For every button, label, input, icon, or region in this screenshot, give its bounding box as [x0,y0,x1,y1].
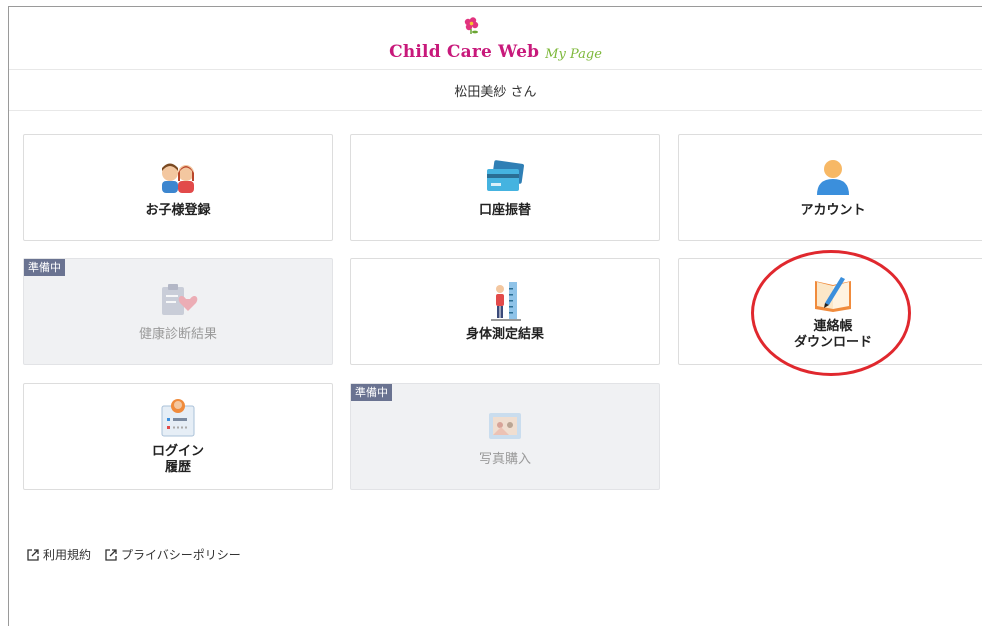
login-history-label: ログイン 履歴 [151,443,204,475]
privacy-policy-link[interactable]: プライバシーポリシー [105,546,241,563]
logo-subtitle: My Page [545,47,602,62]
user-icon [811,157,855,197]
health-checkup-card: 準備中 健康診断結果 [23,258,333,365]
account-label: アカウント [800,202,866,218]
photo-icon [483,406,527,446]
page-frame: Child Care Web My Page 松田美紗 さん お子様登録 口座振… [8,6,982,626]
logo[interactable]: Child Care Web My Page [389,17,602,62]
external-link-icon [105,548,117,561]
body-measurement-card[interactable]: 身体測定結果 [350,258,660,365]
health-checkup-label: 健康診断結果 [138,326,217,342]
photo-purchase-card: 準備中 写真購入 [350,383,660,490]
notebook-pen-icon [811,273,855,313]
bank-transfer-card[interactable]: 口座振替 [350,134,660,241]
photo-purchase-label: 写真購入 [478,451,531,467]
bank-transfer-label: 口座振替 [478,202,531,218]
account-card[interactable]: アカウント [678,134,982,241]
body-measurement-label: 身体測定結果 [465,326,544,342]
terms-link[interactable]: 利用規約 [27,546,91,563]
children-registration-label: お子様登録 [145,202,211,218]
external-link-icon [27,548,39,561]
height-measure-icon [483,281,527,321]
credit-card-icon [483,157,527,197]
user-name-bar: 松田美紗 さん [9,70,982,111]
contact-book-download-card[interactable]: 連絡帳 ダウンロード [678,258,982,365]
logo-text: Child Care Web [389,42,540,62]
children-icon [156,157,200,197]
terms-link-label: 利用規約 [43,548,92,562]
footer-links: 利用規約 プライバシーポリシー [27,546,241,563]
flower-logo-icon [464,17,479,34]
contact-book-download-label: 連絡帳 ダウンロード [793,318,872,350]
coming-soon-badge: 準備中 [351,384,392,401]
children-registration-card[interactable]: お子様登録 [23,134,333,241]
privacy-policy-link-label: プライバシーポリシー [121,548,241,562]
clipboard-heart-icon [156,281,200,321]
coming-soon-badge: 準備中 [24,259,65,276]
user-card-icon [156,398,200,438]
login-history-card[interactable]: ログイン 履歴 [23,383,333,490]
user-name: 松田美紗 さん [454,84,537,100]
site-header: Child Care Web My Page [9,7,982,70]
